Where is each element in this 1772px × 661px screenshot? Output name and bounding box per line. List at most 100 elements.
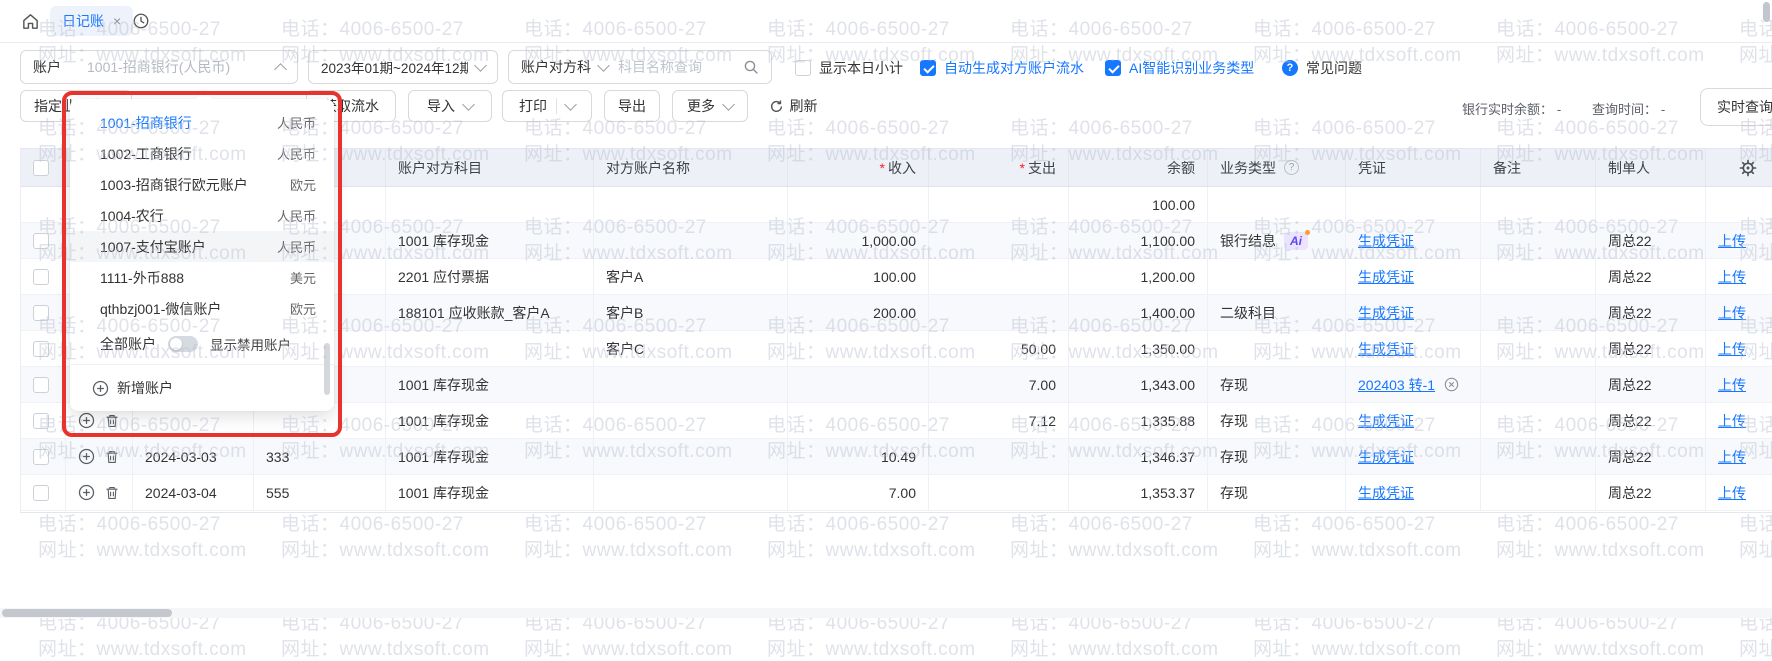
row-checkbox[interactable] xyxy=(33,305,49,321)
voucher-link[interactable]: 202403 转-1 xyxy=(1358,375,1435,395)
dropdown-scrollbar-thumb[interactable] xyxy=(324,343,330,395)
cell-balance: 1,100.00 xyxy=(1069,223,1208,258)
help-circle-icon[interactable]: ? xyxy=(1284,160,1299,175)
realtime-query-button[interactable]: 实时查询 xyxy=(1700,88,1772,126)
select-all-cell xyxy=(21,149,66,186)
upload-link[interactable]: 上传 xyxy=(1718,375,1746,395)
more-label: 更多 xyxy=(687,96,715,116)
account-option[interactable]: 1003-招商银行欧元账户欧元 xyxy=(70,169,334,200)
print-split-button[interactable]: 打印 xyxy=(502,90,592,122)
home-icon[interactable] xyxy=(18,9,42,33)
watermark-site: 网址：www.tdxsoft.com xyxy=(524,634,733,661)
import-button[interactable]: 导入 xyxy=(408,90,492,122)
add-account-button[interactable]: 新增账户 xyxy=(70,364,334,411)
generate-voucher-link[interactable]: 生成凭证 xyxy=(1358,231,1414,251)
history-clock-icon[interactable] xyxy=(130,10,152,32)
checkbox-checked[interactable] xyxy=(1105,60,1121,76)
delete-row-icon[interactable] xyxy=(103,412,120,429)
row-checkbox[interactable] xyxy=(33,377,49,393)
delete-row-icon[interactable] xyxy=(103,484,120,501)
cell-income xyxy=(788,367,929,402)
generate-voucher-link[interactable]: 生成凭证 xyxy=(1358,267,1414,287)
cell-balance-value: 1,200.00 xyxy=(1141,269,1196,285)
auto-generate-flow-label: 自动生成对方账户流水 xyxy=(944,58,1084,78)
upload-link[interactable]: 上传 xyxy=(1718,411,1746,431)
cell-voucher: 生成凭证 xyxy=(1346,295,1481,330)
refresh-button[interactable]: 刷新 xyxy=(758,90,828,122)
account-option-currency: 人民币 xyxy=(277,144,316,163)
remove-voucher-icon[interactable] xyxy=(1443,376,1460,393)
more-button[interactable]: 更多 xyxy=(672,90,748,122)
cell-subject: 1001 库存现金 xyxy=(386,403,594,438)
row-checkbox[interactable] xyxy=(33,449,49,465)
generate-voucher-link[interactable]: 生成凭证 xyxy=(1358,483,1414,503)
cell-expense xyxy=(929,475,1069,510)
checkbox-unchecked[interactable] xyxy=(795,60,811,76)
generate-voucher-link[interactable]: 生成凭证 xyxy=(1358,303,1414,323)
chevron-down-icon xyxy=(462,98,475,111)
horizontal-scrollbar-track xyxy=(0,608,1772,618)
cell-voucher: 202403 转-1 xyxy=(1346,367,1481,402)
account-option-currency: 人民币 xyxy=(277,113,316,132)
add-row-icon[interactable] xyxy=(78,412,95,429)
show-daily-subtotal-checkbox[interactable]: 显示本日小计 xyxy=(795,58,903,78)
disabled-accounts-toggle[interactable] xyxy=(168,336,198,352)
upload-link[interactable]: 上传 xyxy=(1718,339,1746,359)
cell-attachment: 上传 xyxy=(1706,439,1772,474)
cell-subject-value: 1001 库存现金 xyxy=(398,483,489,503)
account-option[interactable]: 1001-招商银行人民币 xyxy=(70,107,334,138)
account-option[interactable]: 1002-工商银行人民币 xyxy=(70,138,334,169)
faq-link[interactable]: ? 常见问题 xyxy=(1282,58,1362,78)
watermark-phone: 电话：4006-6500-27 xyxy=(1739,509,1772,536)
ai-recognize-checkbox[interactable]: AI智能识别业务类型 xyxy=(1105,58,1254,78)
subject-search-input[interactable] xyxy=(616,58,735,76)
cell-voucher: 生成凭证 xyxy=(1346,475,1481,510)
upload-link[interactable]: 上传 xyxy=(1718,303,1746,323)
account-option[interactable]: 1111-外币888美元 xyxy=(70,262,334,293)
search-icon[interactable] xyxy=(743,59,759,75)
subject-type-select[interactable]: 账户对方科 xyxy=(521,57,591,77)
cell-subject: 188101 应收账款_客户A xyxy=(386,295,594,330)
horizontal-scrollbar-thumb[interactable] xyxy=(2,609,172,617)
row-checkbox[interactable] xyxy=(33,269,49,285)
all-accounts-option[interactable]: 全部账户 xyxy=(100,334,156,354)
row-checkbox[interactable] xyxy=(33,341,49,357)
vertical-scrollbar-thumb[interactable] xyxy=(1763,2,1770,22)
account-select[interactable]: 账户 1001-招商银行(人民币) xyxy=(20,50,298,84)
cell-creator: 周总22 xyxy=(1596,367,1706,402)
export-button[interactable]: 导出 xyxy=(604,90,660,122)
checkbox-checked[interactable] xyxy=(920,60,936,76)
realtime-balance: 银行实时余额： - xyxy=(1462,99,1561,118)
add-row-icon[interactable] xyxy=(78,484,95,501)
cell-remark xyxy=(1481,439,1596,474)
add-row-icon[interactable] xyxy=(78,448,95,465)
upload-link[interactable]: 上传 xyxy=(1718,267,1746,287)
ai-badge-icon[interactable]: Ai xyxy=(1284,232,1308,250)
account-select-value: 1001-招商银行(人民币) xyxy=(87,57,268,77)
biz-type-value: 银行结息 xyxy=(1220,231,1276,251)
generate-voucher-link[interactable]: 生成凭证 xyxy=(1358,339,1414,359)
upload-link[interactable]: 上传 xyxy=(1718,231,1746,251)
row-checkbox[interactable] xyxy=(33,233,49,249)
upload-link[interactable]: 上传 xyxy=(1718,447,1746,467)
header-balance: 余额 xyxy=(1069,149,1208,186)
cell-subject: 1001 库存现金 xyxy=(386,223,594,258)
generate-voucher-link[interactable]: 生成凭证 xyxy=(1358,411,1414,431)
auto-generate-flow-checkbox[interactable]: 自动生成对方账户流水 xyxy=(920,58,1084,78)
period-select[interactable]: 2023年01期~2024年12期 xyxy=(308,50,498,84)
account-option[interactable]: qthbzj001-微信账户欧元 xyxy=(70,293,334,324)
generate-voucher-link[interactable]: 生成凭证 xyxy=(1358,447,1414,467)
account-option[interactable]: 1007-支付宝账户人民币 xyxy=(70,231,334,262)
chevron-down-icon[interactable] xyxy=(564,98,577,111)
delete-row-icon[interactable] xyxy=(103,448,120,465)
row-checkbox[interactable] xyxy=(33,413,49,429)
cell-counterparty-name xyxy=(594,187,788,222)
upload-link[interactable]: 上传 xyxy=(1718,483,1746,503)
tab-close-icon[interactable]: × xyxy=(113,14,121,28)
row-checkbox[interactable] xyxy=(33,485,49,501)
select-all-checkbox[interactable] xyxy=(33,160,49,176)
tab-journal[interactable]: 日记账 × xyxy=(50,6,133,36)
column-settings-gear-icon[interactable] xyxy=(1739,159,1757,180)
subject-search-control[interactable]: 账户对方科 xyxy=(508,50,772,84)
account-option[interactable]: 1004-农行人民币 xyxy=(70,200,334,231)
